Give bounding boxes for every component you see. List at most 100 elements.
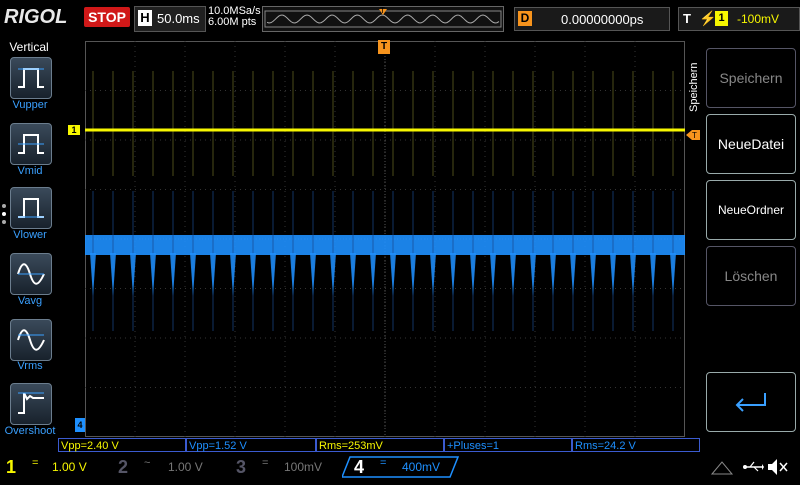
return-arrow-icon [735,393,766,412]
timebase-indicator[interactable]: H 50.0ms [134,6,206,32]
memory-trigger-marker: T [380,6,385,15]
ch2-coupling-icon: ~ [144,457,151,469]
ch4-spike [370,253,376,296]
ch3-tab[interactable]: 3 = 100mV [228,456,338,478]
run-stop-button[interactable]: STOP [84,7,130,27]
vrms-button[interactable] [10,319,52,361]
ch4-spike [250,253,256,296]
vlower-button[interactable] [10,187,52,229]
overshoot-icon [18,392,44,414]
ch2-tab[interactable]: 2 ~ 1.00 V [112,456,222,478]
ch1-number: 1 [6,457,17,477]
speichern-button[interactable]: Speichern [706,48,796,108]
vmid-label: Vmid [17,165,43,177]
ch4-spike [490,253,496,296]
ch4-spike [670,253,676,296]
overshoot-button[interactable] [10,383,52,425]
ch4-spike [410,253,416,296]
ch4-spike [590,253,596,296]
usb-icon [742,456,764,478]
neue-ordner-label: NeueOrdner [717,203,785,217]
vmid-button[interactable] [10,123,52,165]
ch4-spike [570,253,576,296]
measurement-1[interactable]: Vpp=2.40 V [58,438,186,452]
measurement-5[interactable]: Rms=24.2 V [572,438,700,452]
ch4-spike [350,253,356,296]
vlower-label: Vlower [13,229,47,241]
vavg-icon [17,263,45,285]
vrms-label: Vrms [17,360,43,372]
measurement-4[interactable]: +Pluses=1 [444,438,572,452]
ch4-scale: 400mV [402,460,441,474]
trigger-source: 1 [715,11,728,26]
ch2-number: 2 [118,457,129,477]
ch4-spike [210,253,216,296]
ch4-spike [190,253,196,296]
trigger-indicator[interactable]: T ⚡ 1 -100mV [678,7,800,31]
brand-logo: RIGOL [4,6,68,28]
vavg-button[interactable] [10,253,52,295]
ch4-spike [610,253,616,296]
ch1-tab[interactable]: 1 = 1.00 V [2,456,108,478]
overshoot-label: Overshoot [4,425,56,437]
neue-datei-label: NeueDatei [717,136,785,152]
trigger-level-marker[interactable]: T [686,127,700,145]
vupper-icon [18,68,44,88]
ch4-spike [290,253,296,296]
mute-speaker-icon[interactable] [766,456,790,478]
vrms-icon [17,329,45,351]
neue-ordner-button[interactable]: NeueOrdner [706,180,796,240]
waveform-display[interactable] [85,41,685,437]
vavg-label: Vavg [17,295,43,307]
loeschen-label: Löschen [724,268,778,284]
ch4-spike [310,253,316,296]
speichern-label: Speichern [719,70,783,86]
ch2-scale: 1.00 V [168,460,203,474]
ch4-spike [450,253,456,296]
measurement-3[interactable]: Rms=253mV [316,438,444,452]
memory-overview[interactable]: T [262,6,504,32]
ch4-coupling-icon: = [380,457,387,469]
ch4-spike [530,253,536,296]
ch3-coupling-icon: = [262,457,269,469]
ch4-spike [110,253,116,296]
trigger-level: -100mV [737,12,780,26]
delay-label: D [518,11,532,26]
ch3-number: 3 [236,457,247,477]
ch4-spike [650,253,656,296]
delay-value: 0.00000000ps [561,12,644,27]
memory-depth: 6.00M pts [208,16,257,28]
trigger-label: T [683,11,691,26]
save-menu-title: Speichern [688,62,700,112]
vupper-label: Vupper [12,99,48,111]
ch4-spike [630,253,636,296]
ch1-coupling-icon: = [32,457,39,469]
loeschen-button[interactable]: Löschen [706,246,796,306]
menu-arrows-button[interactable] [708,456,738,478]
back-button[interactable] [706,372,796,432]
vupper-button[interactable] [10,57,52,99]
ch4-spike [170,253,176,296]
up-arrow-icon [710,461,734,475]
ch4-tab[interactable]: 4 = 400mV [342,456,460,478]
delay-indicator[interactable]: D 0.00000000ps [514,7,670,31]
timebase-label: H [138,10,152,26]
ch4-spike [430,253,436,296]
trigger-position-marker[interactable]: T [378,40,390,54]
ch4-offset-marker[interactable]: 4 [75,418,85,432]
ch4-spike [470,253,476,296]
ch4-number: 4 [354,457,365,477]
measurement-2[interactable]: Vpp=1.52 V [186,438,316,452]
sample-info: 10.0MSa/s 6.00M pts [208,6,261,28]
ch3-scale: 100mV [284,460,323,474]
ch4-spike [130,253,136,296]
ch4-spike [550,253,556,296]
vmid-icon [18,134,44,154]
ch1-offset-marker[interactable]: 1 [68,125,80,135]
ch4-trace-band [85,235,685,255]
ch4-spike [90,253,96,296]
ch4-spike [330,253,336,296]
neue-datei-button[interactable]: NeueDatei [706,114,796,174]
menu-scroll-dots[interactable] [2,204,6,228]
measure-menu-title: Vertical [9,40,49,54]
